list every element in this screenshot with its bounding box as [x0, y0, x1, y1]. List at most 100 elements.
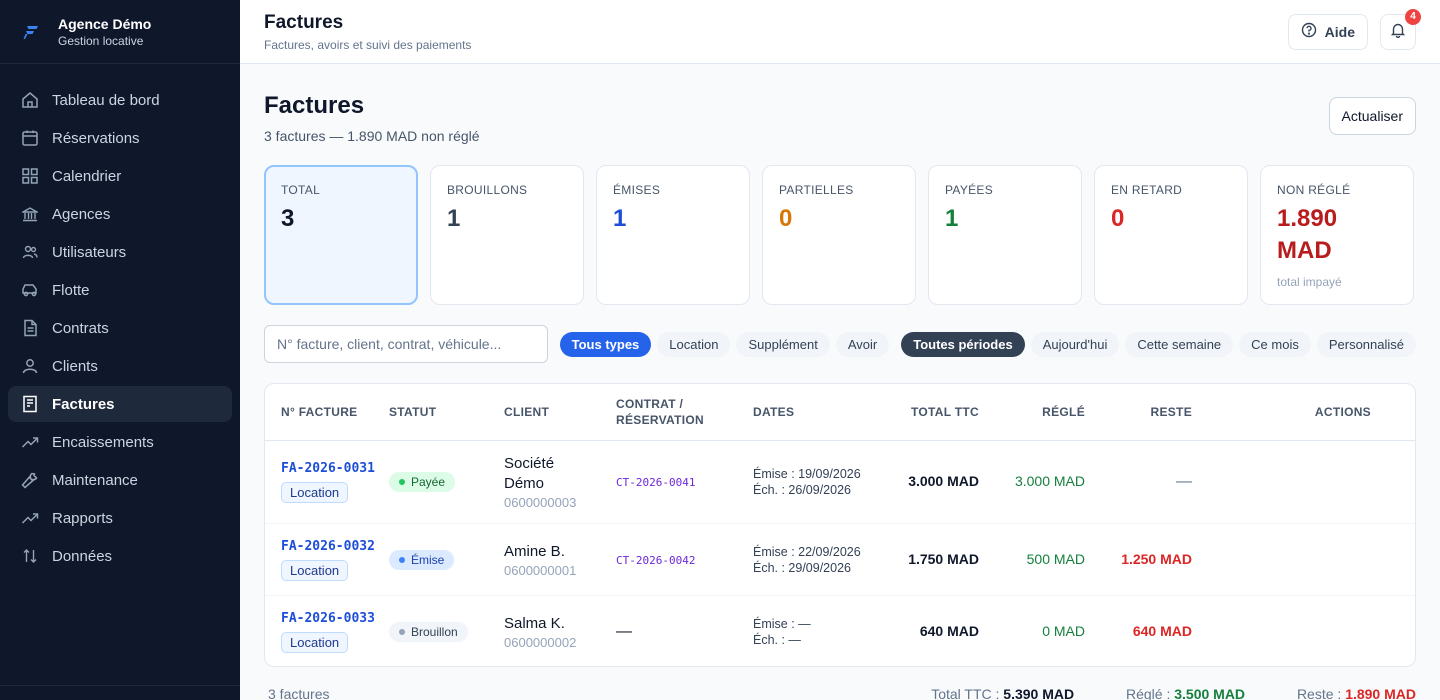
- table-row[interactable]: FA-2026-0031 Location Payée Société Démo…: [265, 441, 1415, 524]
- invoice-number-link[interactable]: FA-2026-0033: [281, 611, 389, 626]
- th-numero[interactable]: N° FACTURE: [265, 404, 389, 420]
- stat-card-emises[interactable]: ÉMISES 1: [596, 165, 750, 305]
- chip-tous-types[interactable]: Tous types: [559, 331, 652, 357]
- brand[interactable]: Agence Démo Gestion locative: [0, 0, 240, 64]
- status-dot: [399, 556, 405, 563]
- sidebar-item-calendrier[interactable]: Calendrier: [8, 158, 232, 194]
- status-badge: Payée: [389, 472, 456, 492]
- sidebar-item-flotte[interactable]: Flotte: [8, 272, 232, 308]
- sidebar-item-maintenance[interactable]: Maintenance: [8, 462, 232, 498]
- sidebar-item-agences[interactable]: Agences: [8, 196, 232, 232]
- stat-card-total[interactable]: TOTAL 3: [264, 165, 418, 305]
- brand-subtitle: Gestion locative: [58, 33, 144, 48]
- sidebar-item-tableau-de-bord[interactable]: Tableau de bord: [8, 82, 232, 118]
- header-title: Factures: [264, 11, 344, 33]
- type-tag: Location: [281, 559, 349, 581]
- th-reste[interactable]: RESTE: [1085, 404, 1192, 420]
- due-date: Éch. : 26/09/2026: [753, 483, 851, 497]
- sidebar-item-factures[interactable]: Factures: [8, 386, 232, 422]
- sidebar-item-clients[interactable]: Clients: [8, 348, 232, 384]
- type-tag: Location: [281, 482, 349, 503]
- client-phone: 0600000001: [504, 562, 577, 578]
- total-ttc: 1.750 MAD: [908, 550, 979, 567]
- chip-personnalise[interactable]: Personnalisé: [1316, 331, 1416, 357]
- stat-label: ÉMISES: [613, 183, 661, 197]
- due-date: Éch. : —: [753, 633, 801, 647]
- stat-label: TOTAL: [281, 183, 321, 197]
- chip-ce-mois[interactable]: Ce mois: [1239, 331, 1311, 357]
- th-regle[interactable]: RÉGLÉ: [979, 404, 1085, 420]
- th-total[interactable]: TOTAL TTC: [883, 404, 979, 420]
- sidebar-item-label: Contrats: [52, 319, 109, 337]
- sidebar-item-utilisateurs[interactable]: Utilisateurs: [8, 234, 232, 270]
- due-date: Éch. : 29/09/2026: [753, 560, 851, 575]
- sidebar-item-label: Données: [52, 547, 113, 565]
- sidebar-item-contrats[interactable]: Contrats: [8, 310, 232, 346]
- wrench-icon: [20, 470, 40, 490]
- amount-remaining: —: [1176, 473, 1192, 490]
- sidebar: Agence Démo Gestion locative Tableau de …: [0, 0, 240, 700]
- stat-card-brouillons[interactable]: BROUILLONS 1: [430, 165, 584, 305]
- stat-card-partielles[interactable]: PARTIELLES 0: [762, 165, 916, 305]
- refresh-button[interactable]: Actualiser: [1328, 97, 1416, 135]
- invoice-number-link[interactable]: FA-2026-0031: [281, 461, 389, 476]
- stat-label: EN RETARD: [1111, 183, 1183, 197]
- chip-location[interactable]: Location: [657, 331, 731, 357]
- sidebar-item-label: Calendrier: [52, 167, 122, 185]
- th-contrat[interactable]: CONTRAT / RÉSERVATION: [616, 396, 753, 428]
- stat-card-en-retard[interactable]: EN RETARD 0: [1094, 165, 1248, 305]
- receipt-icon: [20, 394, 40, 414]
- stat-value: 1: [447, 205, 461, 232]
- sidebar-item-rapports[interactable]: Rapports: [8, 500, 232, 536]
- chip-cette-semaine[interactable]: Cette semaine: [1125, 331, 1234, 357]
- sidebar-item-label: Factures: [52, 395, 115, 413]
- total-ttc: 640 MAD: [919, 623, 979, 639]
- stat-label: NON RÉGLÉ: [1277, 183, 1351, 197]
- notification-count-badge: 4: [1405, 8, 1421, 25]
- status-badge: Émise: [389, 549, 455, 570]
- sidebar-item-donnees[interactable]: Données: [8, 538, 232, 574]
- amount-paid: 500 MAD: [1026, 550, 1085, 567]
- chip-avoir[interactable]: Avoir: [835, 331, 890, 357]
- stat-card-non-regle[interactable]: NON RÉGLÉ 1.890 MAD total impayé: [1260, 165, 1414, 305]
- invoice-number-link[interactable]: FA-2026-0032: [281, 539, 389, 554]
- sidebar-item-reservations[interactable]: Réservations: [8, 120, 232, 156]
- client-name: Société Démo: [504, 455, 555, 492]
- home-icon: [20, 90, 40, 110]
- contract-link[interactable]: CT-2026-0042: [616, 554, 695, 567]
- footer-total: Total TTC : 5.390 MAD: [907, 686, 1074, 700]
- client-name: Amine B.: [504, 542, 565, 560]
- table-row[interactable]: FA-2026-0032 Location Émise Amine B. 060…: [265, 524, 1415, 596]
- footer-reste-value: 1.890 MAD: [1345, 686, 1416, 700]
- client-phone: 0600000003: [504, 495, 577, 510]
- table-row[interactable]: FA-2026-0033 Location Brouillon Salma K.…: [265, 596, 1415, 666]
- status-badge: Brouillon: [389, 622, 468, 642]
- header-subtitle: Factures, avoirs et suivi des paiements: [264, 37, 472, 52]
- stat-value: 1.890 MAD: [1277, 205, 1338, 264]
- stat-value: 1: [613, 205, 627, 232]
- sidebar-item-label: Rapports: [52, 509, 113, 527]
- amount-remaining: 1.250 MAD: [1121, 550, 1192, 567]
- footer-count: 3 factures: [268, 686, 330, 700]
- issue-date: Émise : 19/09/2026: [753, 467, 861, 481]
- brand-name: Agence Démo: [58, 15, 152, 32]
- stat-card-payees[interactable]: PAYÉES 1: [928, 165, 1082, 305]
- contract-link[interactable]: CT-2026-0041: [616, 476, 695, 489]
- help-label: Aide: [1324, 23, 1355, 40]
- footer-regle: Réglé : 3.500 MAD: [1102, 686, 1245, 700]
- notifications-button[interactable]: 4: [1380, 8, 1421, 50]
- th-dates[interactable]: DATES: [753, 404, 883, 420]
- sidebar-item-label: Agences: [52, 205, 111, 223]
- bell-icon: [1390, 22, 1406, 41]
- th-statut[interactable]: STATUT: [389, 404, 504, 420]
- sidebar-item-encaissements[interactable]: Encaissements: [8, 424, 232, 460]
- total-ttc: 3.000 MAD: [908, 473, 979, 489]
- th-actions: ACTIONS: [1314, 405, 1371, 419]
- chip-aujourdhui[interactable]: Aujourd'hui: [1030, 331, 1120, 357]
- th-client[interactable]: CLIENT: [504, 404, 616, 420]
- chip-supplement[interactable]: Supplément: [736, 331, 830, 357]
- chip-toutes-periodes[interactable]: Toutes périodes: [901, 331, 1025, 357]
- search-input[interactable]: [264, 325, 548, 363]
- help-button[interactable]: Aide: [1287, 13, 1368, 50]
- stats-row: TOTAL 3 BROUILLONS 1 ÉMISES 1 PARTIELLES…: [264, 165, 1416, 305]
